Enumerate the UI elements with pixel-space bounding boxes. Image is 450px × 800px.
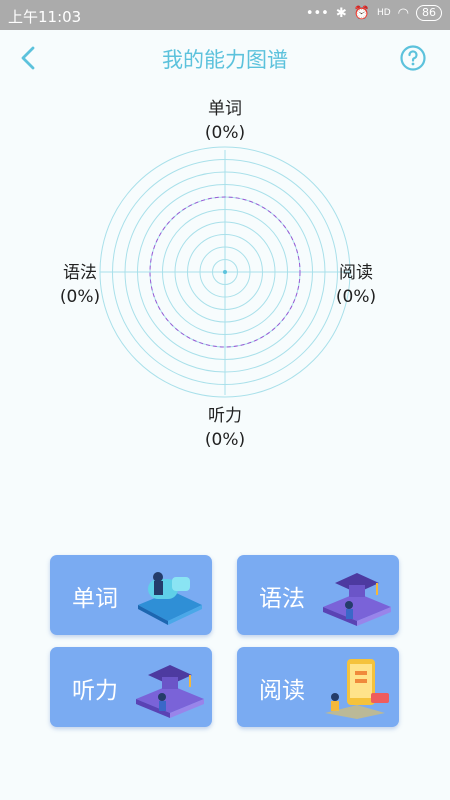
grammar-card[interactable]: 语法 (237, 555, 399, 635)
reading-card[interactable]: 阅读 (237, 647, 399, 727)
bluetooth-icon: ✱ (335, 5, 347, 21)
radar-center-dot (223, 270, 227, 274)
status-icons: ••• ✱ ⏰ HD ◠ 86 (306, 5, 442, 21)
axis-label-bottom: 听力 (0%) (204, 406, 246, 450)
card-label: 阅读 (259, 678, 305, 704)
signal-label: HD (376, 8, 391, 18)
status-time: 上午11:03 (8, 8, 82, 26)
card-label: 听力 (72, 678, 118, 704)
axis-label-top: 单词 (0%) (204, 99, 246, 143)
graduation-cap-books-illustration (323, 573, 391, 626)
wifi-icon: ◠ (397, 5, 409, 21)
axis-label-left: 语法 (0%) (59, 263, 101, 307)
phone-reading-illustration (325, 659, 389, 719)
axis-label-right: 阅读 (0%) (335, 263, 377, 307)
card-label: 单词 (72, 586, 118, 612)
more-dots-icon: ••• (305, 5, 329, 21)
listening-card[interactable]: 听力 (50, 647, 212, 727)
card-label: 语法 (259, 586, 305, 612)
battery-icon: 86 (416, 5, 442, 21)
person-on-book-illustration (138, 572, 202, 625)
app-header: 我的能力图谱 (0, 30, 450, 88)
question-circle-icon[interactable] (400, 45, 426, 71)
status-bar: 上午11:03 ••• ✱ ⏰ HD ◠ 86 (0, 0, 450, 30)
vocabulary-card[interactable]: 单词 (50, 555, 212, 635)
page-title: 我的能力图谱 (162, 48, 288, 72)
alarm-icon: ⏰ (353, 5, 370, 21)
graduation-cap-books-illustration (136, 665, 204, 718)
ability-radar-chart: 单词 (0%) 阅读 (0%) 听力 (0%) 语法 (0%) (0, 95, 450, 455)
